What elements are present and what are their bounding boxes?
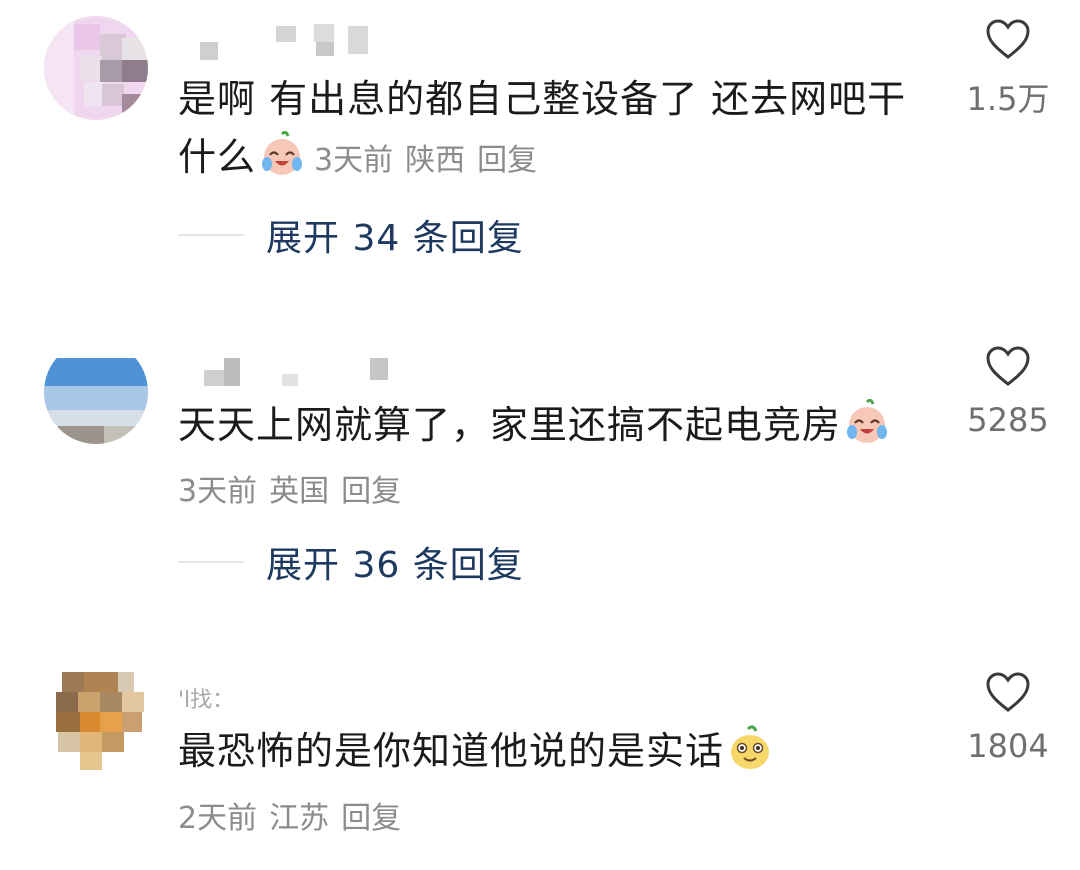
expand-replies-button[interactable]: 展开 34 条回复 <box>178 210 524 260</box>
reply-button[interactable]: 回复 <box>341 474 401 509</box>
username[interactable] <box>178 22 398 60</box>
like-count: 1.5万 <box>966 80 1050 118</box>
like-button[interactable]: 1.5万 <box>960 18 1056 120</box>
expand-replies-button[interactable]: 展开 36 条回复 <box>178 537 524 587</box>
like-button[interactable]: 5285 <box>960 345 1056 439</box>
heart-icon <box>986 19 1030 59</box>
comment-text-line2: 什么 <box>178 135 257 179</box>
like-button[interactable]: 1804 <box>960 671 1056 765</box>
comment-time: 3天前 <box>314 143 394 178</box>
comment-text: 最恐怖的是你知道他说的是实话 <box>178 722 938 780</box>
crying-laughing-face-icon <box>262 130 303 175</box>
comment-location: 陕西 <box>405 143 466 178</box>
comment-meta: 2天前 江苏 回复 <box>178 793 413 837</box>
like-count: 5285 <box>967 401 1049 439</box>
comment-text-line1: 是啊 有出息的都自己整设备了 还去网吧干 <box>178 77 907 121</box>
comment-meta: 3天前 英国 回复 <box>178 466 413 510</box>
username[interactable] <box>178 354 398 390</box>
heart-icon <box>986 346 1030 386</box>
reply-button[interactable]: 回复 <box>477 143 537 178</box>
comment-location: 江苏 <box>269 801 330 836</box>
comment-text: 天天上网就算了，家里还搞不起电竞房 <box>178 396 938 454</box>
username[interactable]: 'l找： <box>178 676 398 713</box>
reply-button[interactable]: 回复 <box>341 801 401 836</box>
expand-replies-label: 展开 34 条回复 <box>266 218 524 259</box>
crying-laughing-face-icon <box>847 398 888 443</box>
divider <box>178 561 244 563</box>
avatar[interactable] <box>44 16 148 120</box>
comment-text: 是啊 有出息的都自己整设备了 还去网吧干 什么 3天前 陕西 回复 <box>178 70 938 190</box>
heart-icon <box>986 672 1030 712</box>
comment-time: 2天前 <box>178 801 258 836</box>
expand-replies-label: 展开 36 条回复 <box>266 545 524 586</box>
comment-location: 英国 <box>269 474 330 509</box>
like-count: 1804 <box>967 727 1049 765</box>
comment-time: 3天前 <box>178 474 258 509</box>
divider <box>178 234 244 236</box>
cheeky-face-icon <box>731 725 770 769</box>
avatar[interactable] <box>44 340 148 444</box>
avatar[interactable] <box>44 668 148 772</box>
